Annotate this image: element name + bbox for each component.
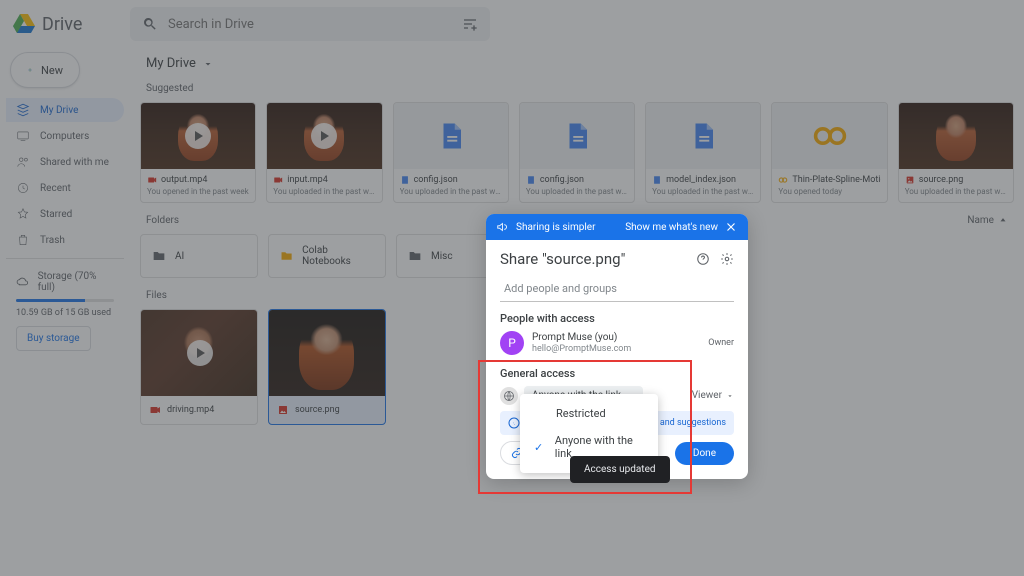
megaphone-icon (496, 220, 510, 234)
general-access-header: General access (500, 367, 734, 380)
menu-item-restricted[interactable]: ✓ Restricted (520, 400, 658, 427)
person-row: P Prompt Muse (you) hello@PromptMuse.com… (500, 331, 734, 355)
done-button[interactable]: Done (675, 442, 734, 465)
person-role: Owner (708, 338, 734, 348)
add-people-input[interactable]: Add people and groups (500, 276, 734, 302)
globe-icon (500, 387, 518, 405)
person-name: Prompt Muse (you) (532, 332, 700, 344)
banner-text: Sharing is simpler (516, 222, 596, 233)
check-icon: ✓ (534, 441, 547, 454)
avatar: P (500, 331, 524, 355)
people-header: People with access (500, 312, 734, 325)
role-dropdown[interactable]: Viewer (692, 390, 734, 401)
menu-item-label: Restricted (556, 407, 606, 420)
dialog-title: Share "source.png" (500, 250, 734, 268)
help-icon[interactable] (696, 252, 710, 266)
dialog-banner: Sharing is simpler Show me what's new (486, 214, 748, 240)
close-icon[interactable] (724, 220, 738, 234)
toast: Access updated (570, 456, 670, 483)
person-email: hello@PromptMuse.com (532, 344, 700, 355)
banner-link[interactable]: Show me what's new (625, 222, 718, 233)
chevron-down-icon (726, 392, 734, 400)
info-icon (508, 417, 520, 429)
gear-icon[interactable] (720, 252, 734, 266)
